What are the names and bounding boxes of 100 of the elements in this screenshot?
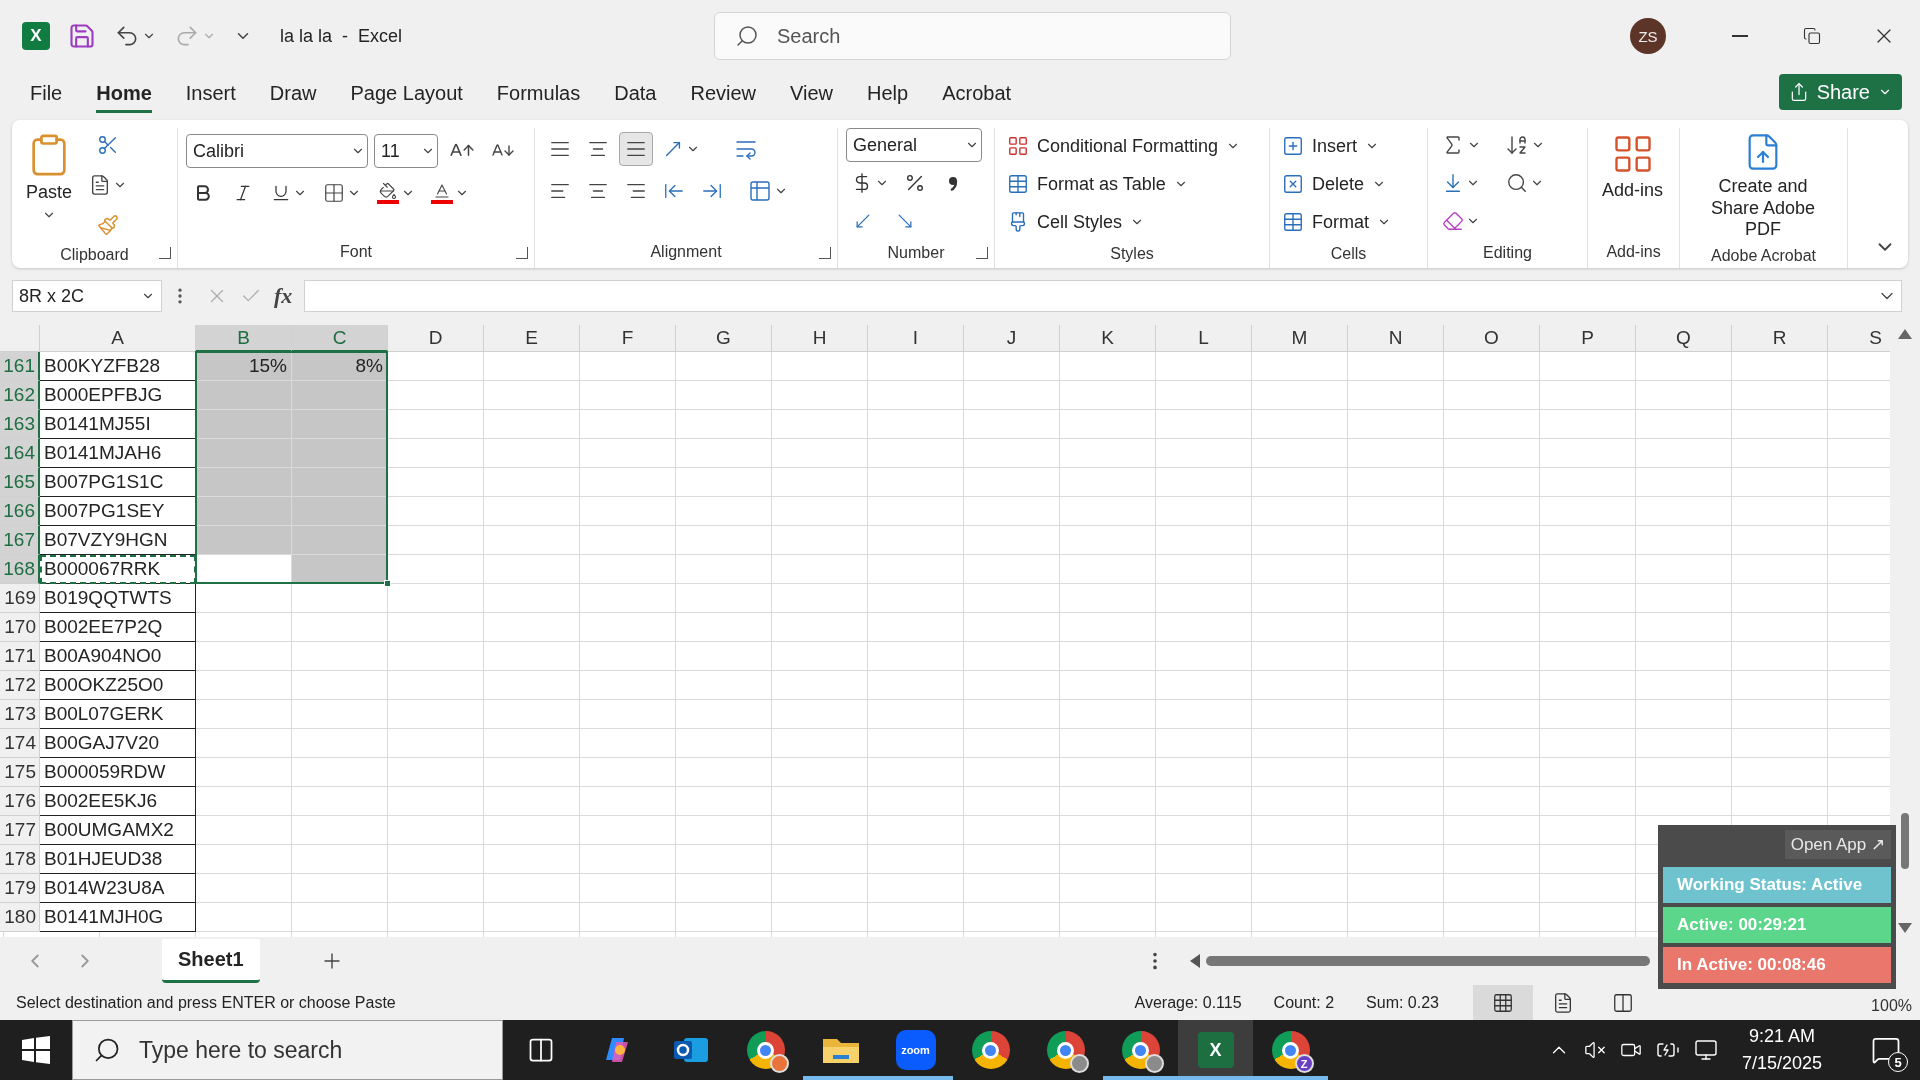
- sheet-tab[interactable]: Sheet1: [162, 939, 260, 983]
- row-header[interactable]: 170: [0, 613, 40, 642]
- network-icon[interactable]: [1693, 1038, 1718, 1062]
- styles-menu-button[interactable]: Cell Styles: [1003, 204, 1245, 240]
- selected-cell[interactable]: [292, 497, 388, 526]
- column-header[interactable]: A: [40, 325, 196, 352]
- table-cell[interactable]: B00L07GERK: [40, 700, 196, 729]
- table-cell[interactable]: B007PG1SEY: [40, 497, 196, 526]
- column-header[interactable]: R: [1732, 325, 1828, 352]
- selected-cell[interactable]: [196, 410, 292, 439]
- number-format-dropdown[interactable]: General: [846, 128, 982, 162]
- row-header[interactable]: 161: [0, 352, 40, 381]
- row-header[interactable]: 168: [0, 555, 40, 584]
- selected-cell[interactable]: [196, 381, 292, 410]
- row-header[interactable]: 176: [0, 787, 40, 816]
- column-header[interactable]: N: [1348, 325, 1444, 352]
- column-header[interactable]: O: [1444, 325, 1540, 352]
- table-cell[interactable]: 15%: [196, 352, 292, 381]
- column-header[interactable]: F: [580, 325, 676, 352]
- paste-button[interactable]: Paste: [20, 128, 79, 242]
- column-header[interactable]: I: [868, 325, 964, 352]
- column-header[interactable]: C: [292, 325, 388, 352]
- row-header[interactable]: 178: [0, 845, 40, 874]
- menu-tab[interactable]: Home: [96, 77, 152, 113]
- spreadsheet-app-button[interactable]: X: [1178, 1020, 1253, 1080]
- row-header[interactable]: 164: [0, 439, 40, 468]
- selected-cell[interactable]: [292, 439, 388, 468]
- row-header[interactable]: 180: [0, 903, 40, 932]
- row-header[interactable]: 172: [0, 671, 40, 700]
- table-cell[interactable]: B00GAJ7V20: [40, 729, 196, 758]
- add-ins-button[interactable]: Add-ins: [1596, 128, 1670, 236]
- column-header[interactable]: L: [1156, 325, 1252, 352]
- row-header[interactable]: 171: [0, 642, 40, 671]
- column-header[interactable]: H: [772, 325, 868, 352]
- row-header[interactable]: 166: [0, 497, 40, 526]
- menu-tab[interactable]: Insert: [185, 77, 236, 113]
- scrollbar-thumb[interactable]: [1206, 956, 1650, 966]
- table-cell[interactable]: B0141MJH0G: [40, 903, 196, 932]
- row-header[interactable]: 175: [0, 758, 40, 787]
- table-cell[interactable]: B01HJEUD38: [40, 845, 196, 874]
- notifications-button[interactable]: 5: [1866, 1030, 1906, 1070]
- table-cell[interactable]: B002EE7P2Q: [40, 613, 196, 642]
- table-cell[interactable]: B00A904NO0: [40, 642, 196, 671]
- table-cell[interactable]: B002EE5KJ6: [40, 787, 196, 816]
- column-header[interactable]: B: [196, 325, 292, 352]
- styles-menu-button[interactable]: Format as Table: [1003, 166, 1245, 202]
- column-header[interactable]: Q: [1636, 325, 1732, 352]
- formula-input[interactable]: [304, 280, 1902, 312]
- cells-menu-button[interactable]: Format: [1278, 204, 1395, 240]
- row-header[interactable]: 169: [0, 584, 40, 613]
- cells-menu-button[interactable]: Delete: [1278, 166, 1395, 202]
- dialog-launcher-icon[interactable]: [976, 247, 988, 259]
- column-header[interactable]: P: [1540, 325, 1636, 352]
- open-app-button[interactable]: Open App ↗: [1784, 830, 1891, 859]
- selected-cell[interactable]: [292, 526, 388, 555]
- row-header[interactable]: 165: [0, 468, 40, 497]
- browser-app-button[interactable]: Z: [1253, 1020, 1328, 1080]
- table-cell[interactable]: B00KYZFB28: [40, 352, 196, 381]
- table-cell[interactable]: B000EPFBJG: [40, 381, 196, 410]
- menu-tab[interactable]: Page Layout: [350, 77, 463, 113]
- table-cell[interactable]: B00UMGAMX2: [40, 816, 196, 845]
- selected-cell[interactable]: [292, 410, 388, 439]
- table-cell[interactable]: 8%: [292, 352, 388, 381]
- menu-tab[interactable]: Help: [867, 77, 909, 113]
- menu-tab[interactable]: View: [790, 77, 834, 113]
- column-header[interactable]: K: [1060, 325, 1156, 352]
- selected-cell[interactable]: [292, 381, 388, 410]
- table-cell[interactable]: B000067RRK: [40, 555, 196, 584]
- column-header[interactable]: J: [964, 325, 1060, 352]
- share-button[interactable]: Share: [1778, 74, 1902, 110]
- menu-tab[interactable]: Acrobat: [942, 77, 1012, 113]
- row-header[interactable]: 173: [0, 700, 40, 729]
- menu-tab[interactable]: Draw: [269, 77, 317, 113]
- create-pdf-button[interactable]: Create and Share Adobe PDF: [1688, 128, 1838, 245]
- user-avatar[interactable]: ZS: [1630, 18, 1666, 54]
- cells-menu-button[interactable]: Insert: [1278, 128, 1395, 164]
- scroll-up-icon[interactable]: [1898, 329, 1912, 339]
- table-cell[interactable]: B07VZY9HGN: [40, 526, 196, 555]
- selected-cell[interactable]: [196, 526, 292, 555]
- menu-tab[interactable]: Formulas: [496, 77, 581, 113]
- column-header[interactable]: M: [1252, 325, 1348, 352]
- styles-menu-button[interactable]: Conditional Formatting: [1003, 128, 1245, 164]
- insert-function-button[interactable]: fx: [274, 283, 293, 309]
- row-header[interactable]: 162: [0, 381, 40, 410]
- taskbar-clock[interactable]: 9:21 AM 7/15/2025: [1741, 1026, 1822, 1074]
- dialog-launcher-icon[interactable]: [159, 247, 171, 259]
- row-header[interactable]: 167: [0, 526, 40, 555]
- menu-tab[interactable]: Review: [690, 77, 757, 113]
- table-cell[interactable]: B014W23U8A: [40, 874, 196, 903]
- save-icon[interactable]: [68, 22, 96, 50]
- menu-tab[interactable]: Data: [614, 77, 657, 113]
- font-size-dropdown[interactable]: 11: [374, 134, 438, 168]
- video-app-button[interactable]: zoom: [878, 1020, 953, 1080]
- table-cell[interactable]: B019QQTWTS: [40, 584, 196, 613]
- search-field[interactable]: Search: [714, 12, 1231, 60]
- bottom-align-button[interactable]: [619, 132, 653, 166]
- table-cell[interactable]: B0141MJ55I: [40, 410, 196, 439]
- table-cell[interactable]: B00OKZ25O0: [40, 671, 196, 700]
- taskbar-search-field[interactable]: Type here to search: [72, 1020, 503, 1080]
- selected-cell[interactable]: [196, 497, 292, 526]
